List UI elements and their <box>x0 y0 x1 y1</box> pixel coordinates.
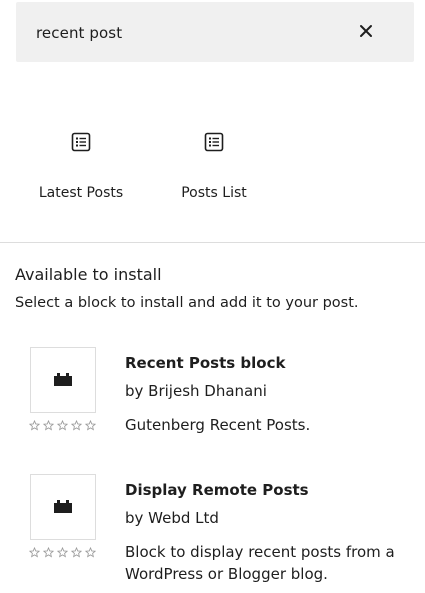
star-rating <box>29 547 96 561</box>
plugin-description: Block to display recent posts from a Wor… <box>125 543 395 583</box>
star-empty-icon <box>29 420 40 431</box>
plugin-author: by Webd Ltd <box>125 509 219 527</box>
block-result-posts-list[interactable]: Posts List <box>149 130 279 220</box>
install-section-title: Available to install <box>15 265 162 284</box>
search-input[interactable]: recent post <box>36 24 122 42</box>
plugin-description: Gutenberg Recent Posts. <box>125 416 311 434</box>
plugin-thumbnail <box>30 347 96 413</box>
post-list-icon <box>204 132 224 152</box>
star-empty-icon <box>71 547 82 558</box>
star-empty-icon <box>57 547 68 558</box>
star-empty-icon <box>71 420 82 431</box>
star-empty-icon <box>57 420 68 431</box>
plugin-thumbnail <box>30 474 96 540</box>
block-inserter-panel: recent post Latest Posts Posts List Avai… <box>0 0 425 593</box>
star-empty-icon <box>43 547 54 558</box>
star-empty-icon <box>85 420 96 431</box>
plugin-title: Display Remote Posts <box>125 481 309 499</box>
plugin-author: by Brijesh Dhanani <box>125 382 267 400</box>
clear-search-button[interactable] <box>354 19 378 43</box>
install-section-description: Select a block to install and add it to … <box>15 295 359 311</box>
block-result-label: Latest Posts <box>38 185 124 201</box>
block-result-latest-posts[interactable]: Latest Posts <box>16 130 146 220</box>
star-rating <box>29 420 96 434</box>
star-empty-icon <box>29 547 40 558</box>
section-divider <box>0 242 425 243</box>
star-empty-icon <box>85 547 96 558</box>
close-icon <box>360 25 372 37</box>
block-default-icon <box>54 373 72 386</box>
post-list-icon <box>71 132 91 152</box>
plugin-title: Recent Posts block <box>125 354 286 372</box>
block-search-field[interactable]: recent post <box>16 2 414 62</box>
block-result-label: Posts List <box>181 185 247 201</box>
star-empty-icon <box>43 420 54 431</box>
block-default-icon <box>54 500 72 513</box>
